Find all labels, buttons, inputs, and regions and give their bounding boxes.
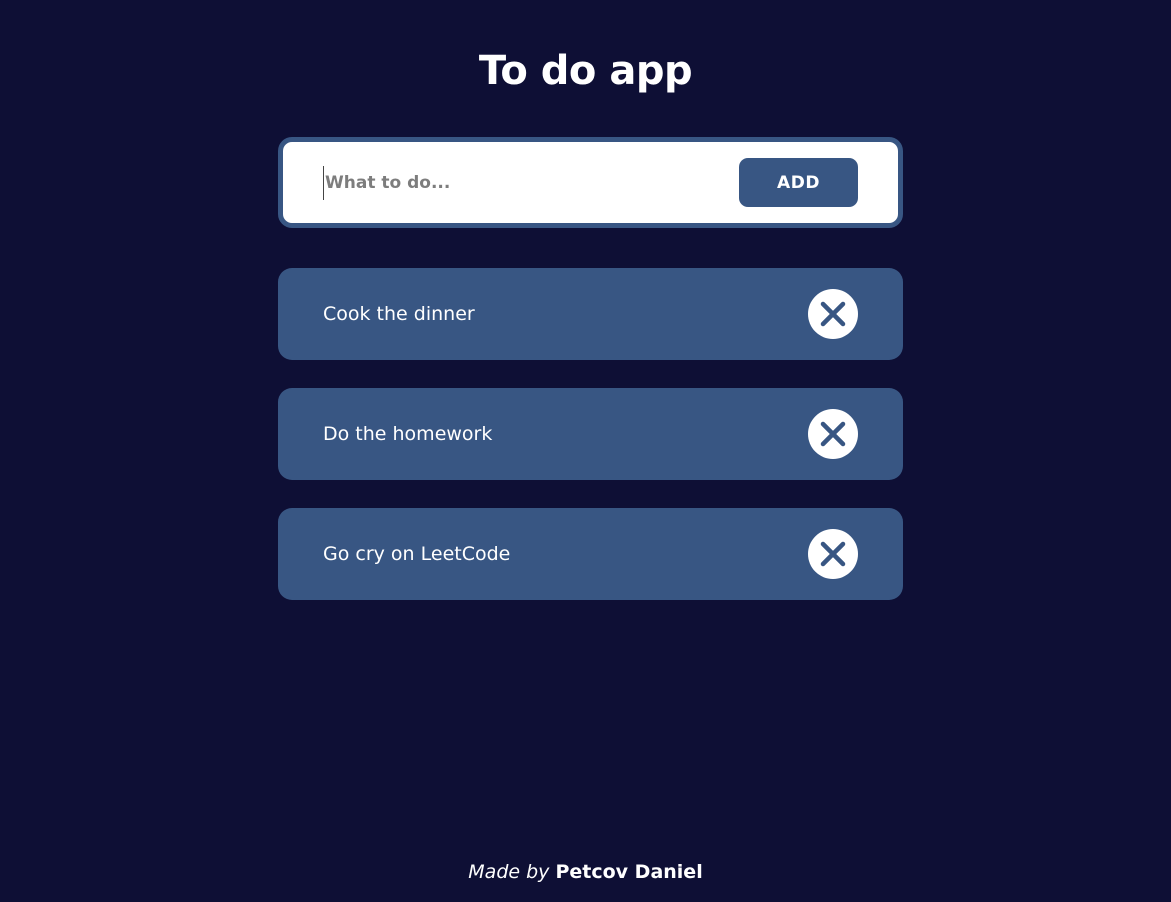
delete-task-button[interactable]: [808, 529, 858, 579]
task-input[interactable]: [323, 166, 705, 200]
task-item: Cook the dinner: [278, 268, 903, 360]
footer-author: Petcov Daniel: [555, 861, 703, 883]
task-label: Go cry on LeetCode: [323, 543, 511, 565]
task-label: Do the homework: [323, 423, 493, 445]
task-list: Cook the dinner Do the homework Go cry o…: [278, 268, 903, 628]
delete-task-button[interactable]: [808, 289, 858, 339]
task-item: Go cry on LeetCode: [278, 508, 903, 600]
task-label: Cook the dinner: [323, 303, 475, 325]
close-icon: [820, 541, 846, 567]
task-item: Do the homework: [278, 388, 903, 480]
footer: Made by Petcov Daniel: [0, 858, 1171, 886]
footer-made-by: Made by: [468, 861, 550, 883]
close-icon: [820, 301, 846, 327]
delete-task-button[interactable]: [808, 409, 858, 459]
page-title: To do app: [478, 48, 693, 94]
close-icon: [820, 421, 846, 447]
add-button[interactable]: ADD: [739, 158, 858, 207]
add-task-form: ADD: [278, 137, 903, 228]
